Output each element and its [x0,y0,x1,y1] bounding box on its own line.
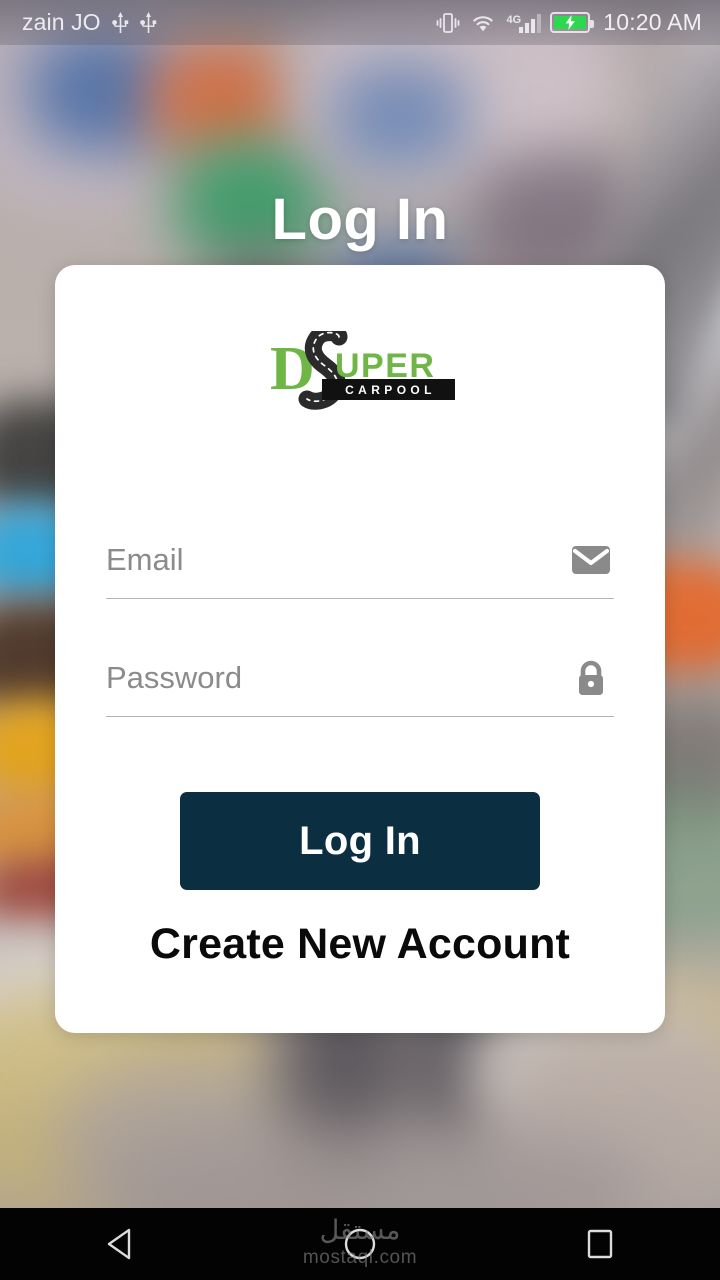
status-bar: zain JO 4G 10:20 AM [0,0,720,45]
password-input[interactable] [106,660,526,696]
wifi-icon [472,15,493,31]
status-bar-left: zain JO [22,9,157,36]
logo-tagline-bar: CARPOOL [322,379,455,400]
login-card: D UPER CARPOOL Email Log In Create New A… [55,265,665,1033]
email-input[interactable] [106,542,526,578]
logo-word-upper: UPER [335,347,436,385]
charging-bolt-icon [565,15,575,30]
home-circle-icon [344,1228,376,1260]
page-title: Log In [271,187,449,252]
lock-icon [579,660,603,695]
brand-logo: D UPER CARPOOL [55,331,665,413]
logo-tagline: CARPOOL [345,382,436,397]
android-nav-bar [0,1208,720,1280]
usb-icon [111,11,128,33]
clock-label: 10:20 AM [603,9,702,35]
recents-square-icon [587,1229,613,1259]
login-button[interactable]: Log In [180,792,540,890]
recents-button[interactable] [540,1208,660,1280]
home-button[interactable] [300,1208,420,1280]
vibrate-icon [436,12,459,33]
phone-screen: zain JO 4G 10:20 AM Log In D UPER CARPOO… [0,0,720,1280]
back-triangle-icon [107,1228,131,1260]
battery-charging-icon [550,12,595,33]
network-type-label: 4G [506,13,522,26]
signal-bars-icon [519,13,542,33]
back-button[interactable] [60,1208,180,1280]
create-new-account-button[interactable]: Create New Account [55,920,665,969]
carrier-label: zain JO [22,9,101,35]
status-bar-right: 4G 10:20 AM [435,9,702,36]
envelope-icon [572,546,610,574]
email-field-row[interactable] [106,540,614,599]
signal-strength-indicator: 4G [505,13,542,33]
password-field-row[interactable] [106,658,614,717]
usb-icon [139,11,156,33]
